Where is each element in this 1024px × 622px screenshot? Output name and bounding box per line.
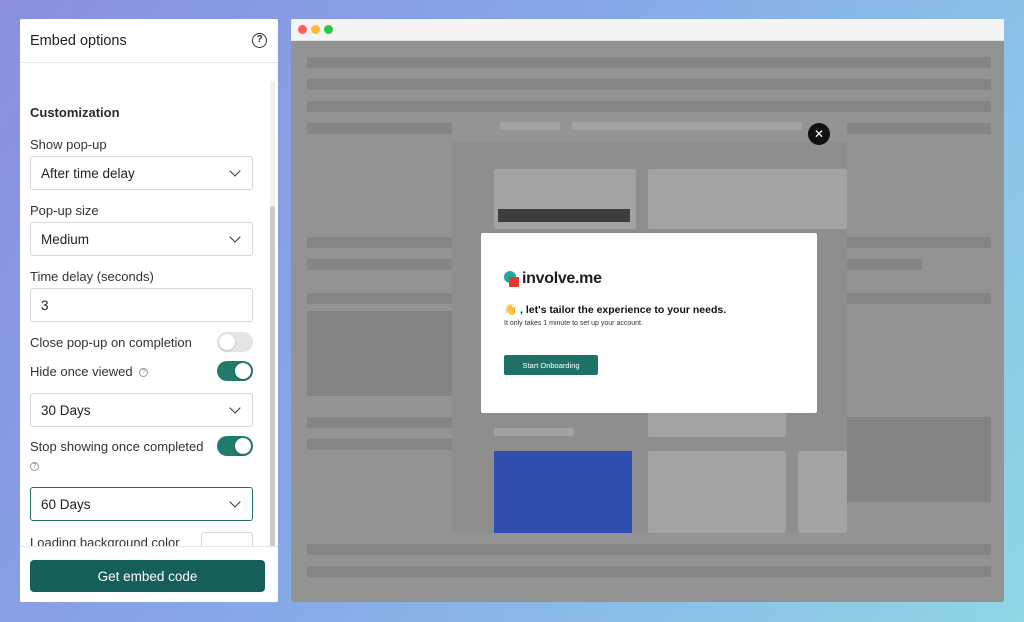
panel-header: Embed options ?	[20, 19, 278, 63]
header-blur	[648, 169, 847, 229]
hide-once-viewed-toggle[interactable]	[217, 361, 253, 381]
show-popup-label: Show pop-up	[30, 137, 107, 152]
chevron-down-icon	[229, 402, 241, 414]
embed-options-panel: Embed options ? Customization Show pop-u…	[20, 19, 278, 602]
nav-blur	[572, 122, 802, 130]
stop-duration-select[interactable]: 60 Days	[30, 487, 253, 521]
popup-headline: 👋 , let's tailor the experience to your …	[504, 304, 727, 316]
time-delay-label: Time delay (seconds)	[30, 269, 154, 284]
card-blur	[798, 451, 847, 533]
panel-footer: Get embed code	[20, 546, 278, 602]
brand-name: involve.me	[522, 270, 602, 287]
help-icon[interactable]: ?	[252, 33, 267, 48]
question-icon[interactable]: ?	[30, 462, 39, 471]
onboarding-popup: involve.me 👋 , let's tailor the experien…	[481, 233, 817, 413]
stop-showing-toggle[interactable]	[217, 436, 253, 456]
section-blur	[494, 428, 574, 436]
hide-once-viewed-label: Hide once viewed ?	[30, 364, 149, 379]
panel-title: Embed options	[30, 32, 127, 49]
sidebar-active-blur	[498, 209, 630, 222]
show-popup-select[interactable]: After time delay	[30, 156, 253, 190]
brand-logo: involve.me	[504, 270, 602, 288]
maximize-window-dot[interactable]	[324, 25, 333, 34]
popup-size-value: Medium	[41, 231, 90, 247]
close-window-dot[interactable]	[298, 25, 307, 34]
close-icon[interactable]: ✕	[808, 123, 830, 145]
popup-size-select[interactable]: Medium	[30, 222, 253, 256]
nav-blur	[500, 122, 560, 130]
start-onboarding-button[interactable]: Start Onboarding	[504, 355, 598, 375]
panel-body: Customization Show pop-up After time del…	[20, 63, 278, 553]
browser-titlebar	[291, 19, 1004, 41]
toggle-knob	[235, 438, 251, 454]
time-delay-value: 3	[41, 297, 49, 313]
toggle-knob	[235, 363, 251, 379]
card-blur	[648, 451, 786, 533]
stop-showing-label: Stop showing once completed	[30, 439, 204, 454]
card-blur	[494, 451, 632, 533]
hide-duration-select[interactable]: 30 Days	[30, 393, 253, 427]
chevron-down-icon	[229, 496, 241, 508]
stop-duration-value: 60 Days	[41, 496, 91, 512]
close-on-completion-toggle[interactable]	[217, 332, 253, 352]
popup-subtext: It only takes 1 minute to set up your ac…	[504, 320, 643, 327]
chevron-down-icon	[229, 231, 241, 243]
chevron-down-icon	[229, 165, 241, 177]
hide-duration-value: 30 Days	[41, 402, 91, 418]
time-delay-input[interactable]: 3	[30, 288, 253, 322]
minimize-window-dot[interactable]	[311, 25, 320, 34]
toggle-knob	[219, 334, 235, 350]
close-on-completion-label: Close pop-up on completion	[30, 335, 192, 350]
popup-size-label: Pop-up size	[30, 203, 99, 218]
hide-once-viewed-text: Hide once viewed	[30, 364, 133, 379]
section-title: Customization	[30, 105, 120, 120]
browser-preview: ✕ involve.me 👋 , let's tailor the experi…	[291, 19, 1004, 602]
get-embed-code-button[interactable]: Get embed code	[30, 560, 265, 592]
show-popup-value: After time delay	[41, 165, 135, 181]
logo-icon	[504, 271, 520, 287]
question-icon[interactable]: ?	[139, 368, 149, 378]
card-blur	[648, 412, 786, 437]
